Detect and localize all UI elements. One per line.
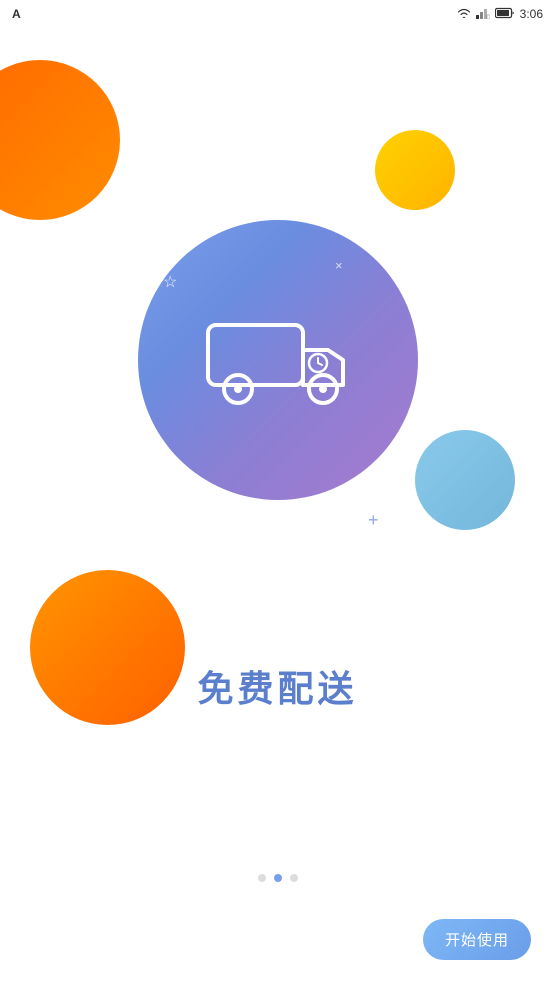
wifi-icon xyxy=(457,7,471,22)
deco-star-icon: ☆ xyxy=(163,272,177,292)
deco-circle-yellow-top xyxy=(375,130,455,210)
status-bar: A 3:06 xyxy=(0,0,555,28)
pagination-dot-2[interactable] xyxy=(274,874,282,882)
pagination-dot-1[interactable] xyxy=(258,874,266,882)
main-circle xyxy=(138,220,418,500)
status-bar-right: 3:06 xyxy=(457,7,543,22)
deco-circle-blue-right xyxy=(415,430,515,530)
deco-plus-icon: + xyxy=(368,510,379,531)
start-button[interactable]: 开始使用 xyxy=(423,919,531,960)
pagination-dot-3[interactable] xyxy=(290,874,298,882)
truck-icon xyxy=(198,305,358,415)
deco-small-circle xyxy=(195,425,203,433)
battery-icon xyxy=(495,7,515,22)
app-indicator: A xyxy=(12,7,21,21)
main-title: 免费配送 xyxy=(0,660,555,712)
deco-cross-icon: × xyxy=(335,258,343,273)
deco-circle-orange-top xyxy=(0,60,120,220)
time-display: 3:06 xyxy=(520,7,543,21)
pagination-dots xyxy=(0,874,555,882)
signal-icon xyxy=(476,7,490,22)
